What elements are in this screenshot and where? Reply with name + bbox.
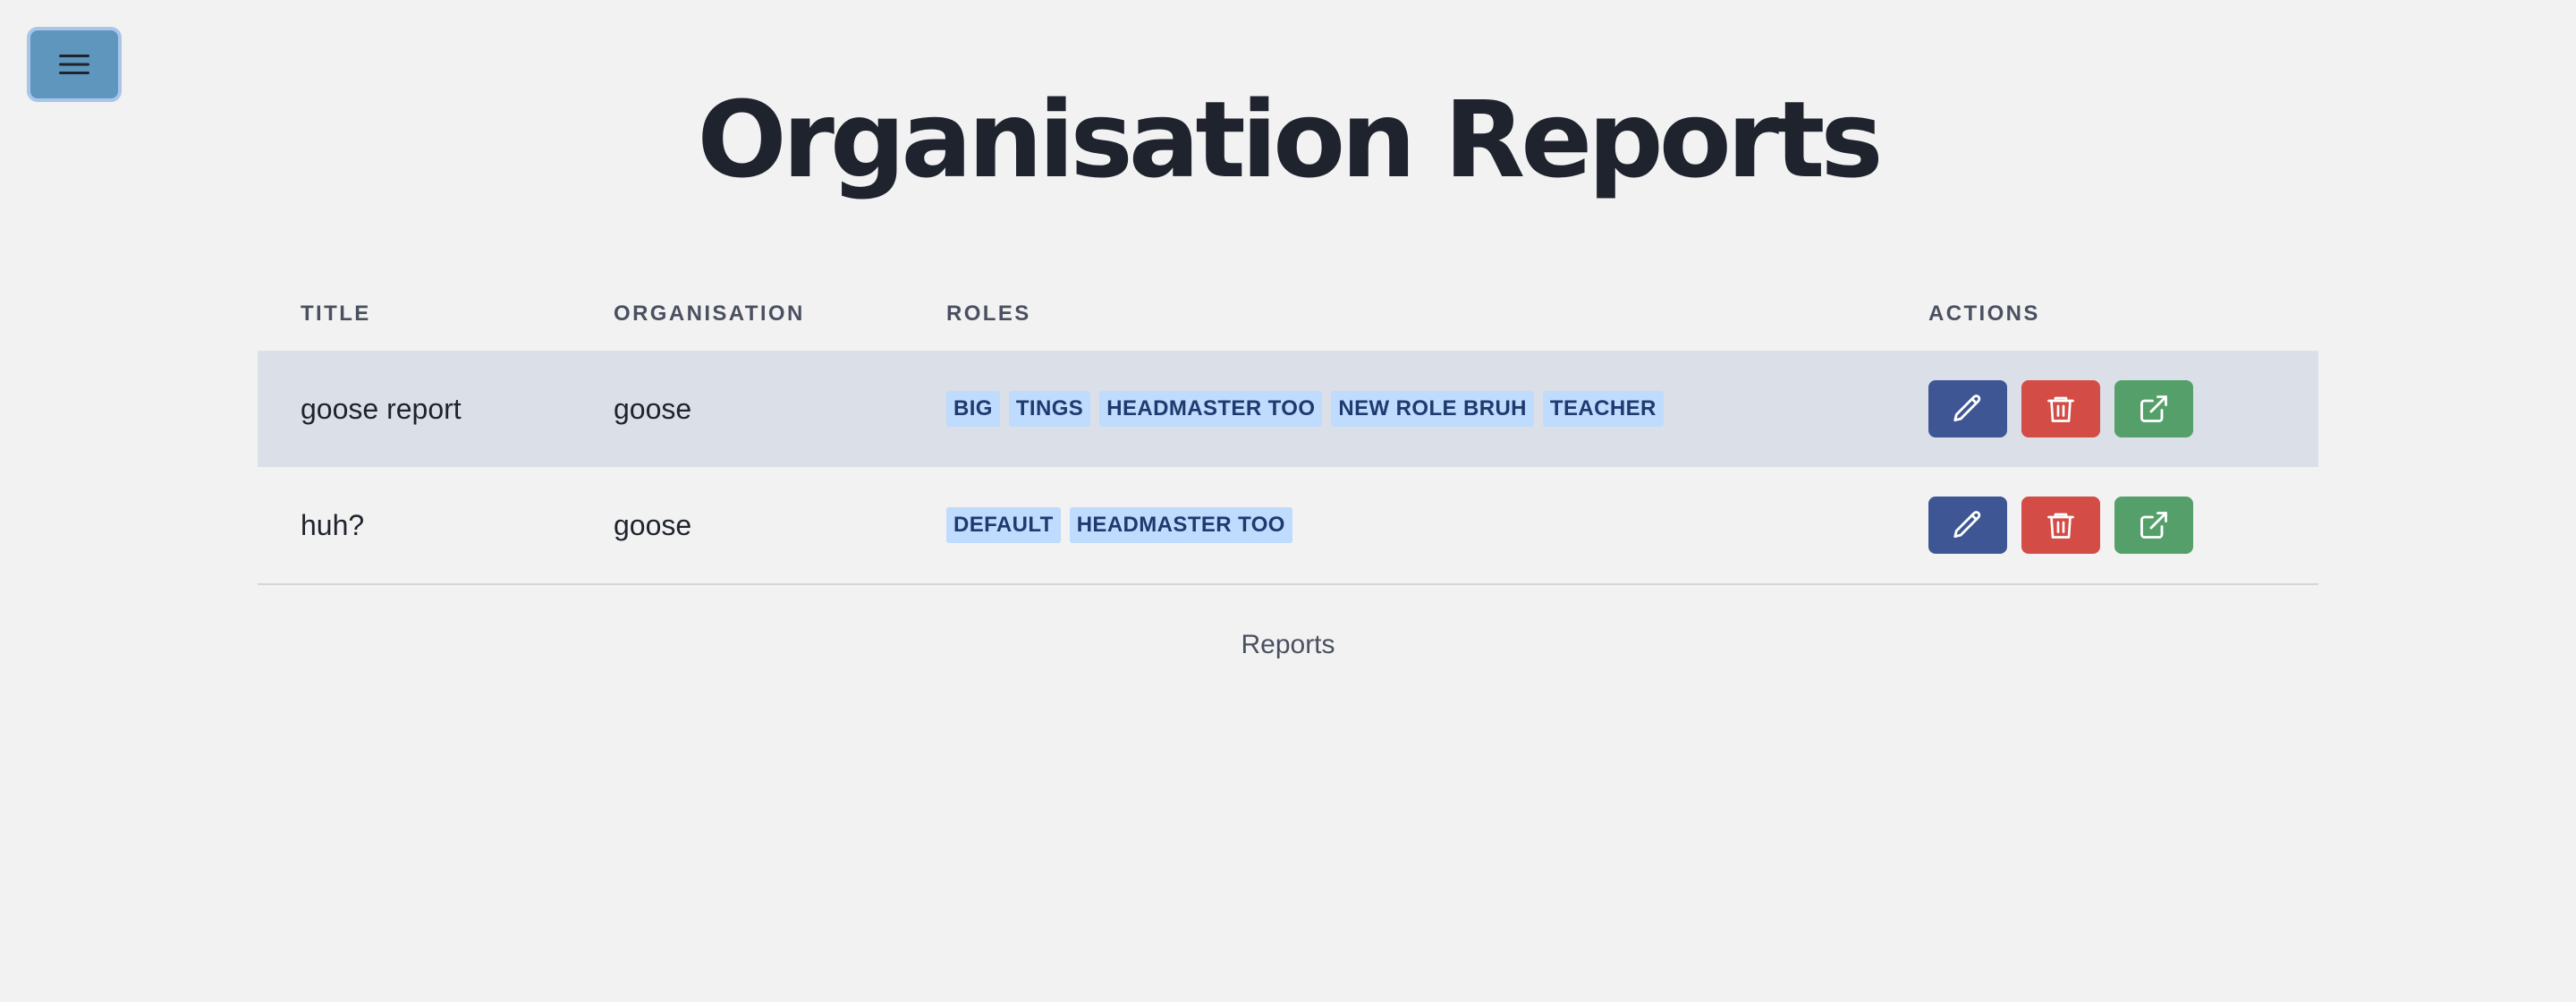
report-organisation-cell: goose [571,351,903,467]
delete-report-button[interactable] [2021,497,2100,554]
edit-report-button[interactable] [1928,497,2007,554]
reports-table: TITLE ORGANISATION ROLES ACTIONS goose r… [258,277,2318,585]
report-actions-cell [1885,351,2318,467]
table-caption: Reports [1241,630,1335,659]
hamburger-menu-icon [59,55,89,74]
external-link-icon [2140,395,2167,422]
open-report-button[interactable] [2114,497,2193,554]
open-report-button[interactable] [2114,380,2193,437]
report-actions-cell [1885,467,2318,585]
report-roles-cell: BIG TINGS HEADMASTER TOO NEW ROLE BRUH TEACH… [903,351,1885,467]
external-link-icon [2140,512,2167,539]
role-badge: BIG [946,391,1000,428]
column-header-actions: ACTIONS [1928,301,2040,326]
edit-report-button[interactable] [1928,380,2007,437]
role-badge: HEADMASTER TOO [1099,391,1323,428]
pencil-icon [1953,511,1981,539]
pencil-icon [1953,395,1981,422]
column-header-roles: ROLES [946,301,1031,326]
role-badge: DEFAULT [946,507,1061,544]
table-row[interactable]: goose report goose BIG TINGS HEADMASTER TO… [258,351,2318,467]
report-title-cell: goose report [258,351,571,467]
table-row[interactable]: huh? goose DEFAULT HEADMASTER TOO [258,467,2318,585]
page-title: Organisation Reports [697,78,1883,201]
column-header-organisation: ORGANISATION [614,301,805,326]
role-badge: TINGS [1008,391,1091,428]
role-badge: NEW ROLE BRUH [1331,391,1534,428]
role-badge: TEACHER [1542,391,1664,428]
column-header-title: TITLE [301,301,371,326]
table-header-row: TITLE ORGANISATION ROLES ACTIONS [258,277,2318,351]
report-roles-cell: DEFAULT HEADMASTER TOO [903,467,1885,585]
report-title-cell: huh? [258,467,571,585]
delete-report-button[interactable] [2021,380,2100,437]
trash-icon [2047,513,2074,539]
report-organisation-cell: goose [571,467,903,585]
role-badge: HEADMASTER TOO [1069,507,1292,544]
trash-icon [2047,396,2074,422]
